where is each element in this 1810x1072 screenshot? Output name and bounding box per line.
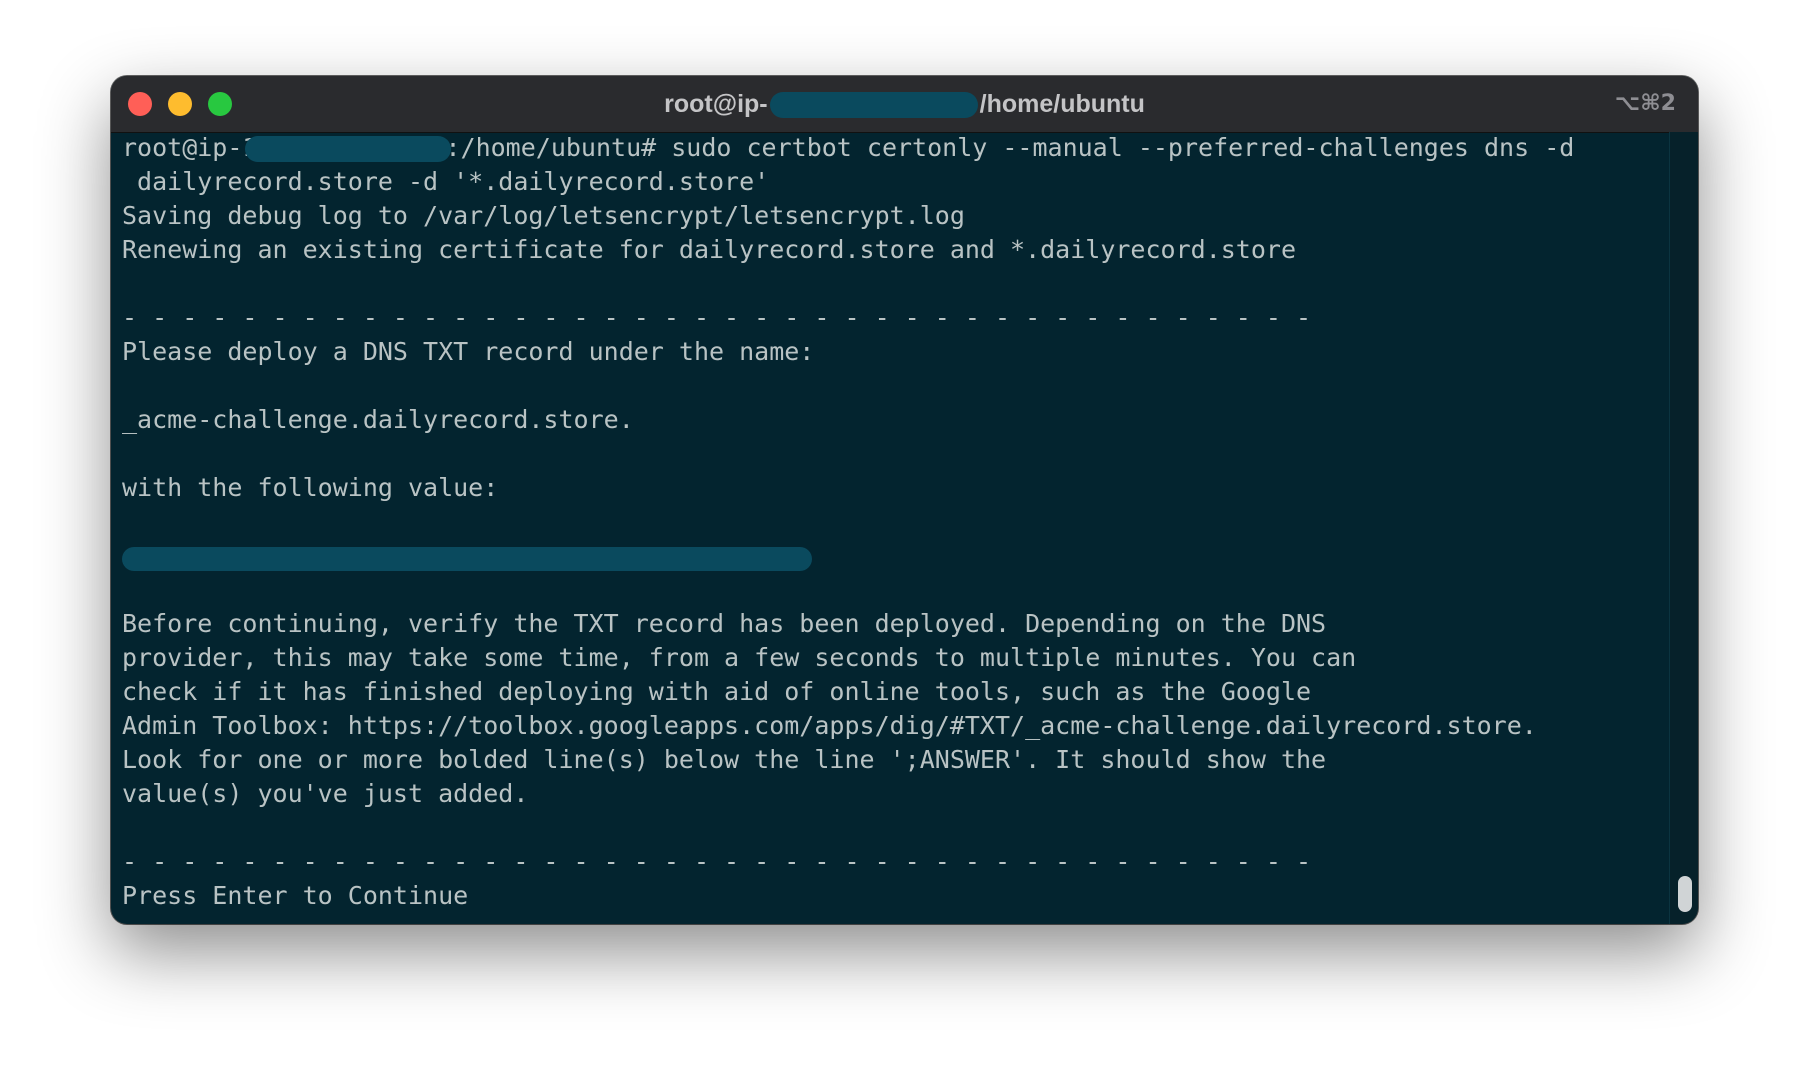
scrollbar[interactable] (1669, 132, 1698, 924)
txt-record-value-line (122, 539, 1662, 573)
txt-record-name: _acme-challenge.dailyrecord.store. (122, 405, 634, 434)
separator-line: - - - - - - - - - - - - - - - - - - - - … (122, 847, 1312, 876)
terminal-window: root@ip- /home/ubuntu ⌥⌘2 root@ip-1 :/home… (111, 76, 1698, 924)
command-continuation-line: dailyrecord.store -d '*.dailyrecord.stor… (122, 167, 770, 196)
window-title-suffix: /home/ubuntu (979, 90, 1145, 118)
window-title-prefix: root@ip- (664, 90, 768, 118)
redacted-ip (245, 136, 452, 162)
redacted-txt-value (122, 547, 812, 571)
output-line: check if it has finished deploying with … (122, 677, 1312, 706)
output-line: provider, this may take some time, from … (122, 643, 1357, 672)
separator-line: - - - - - - - - - - - - - - - - - - - - … (122, 303, 1312, 332)
output-line: Renewing an existing certificate for dai… (122, 235, 1296, 264)
output-line: Before continuing, verify the TXT record… (122, 609, 1327, 638)
redacted-hostname (769, 92, 978, 119)
toolbox-url-line: Admin Toolbox: https://toolbox.googleapp… (122, 711, 1537, 740)
title-bar[interactable]: root@ip- /home/ubuntu ⌥⌘2 (111, 76, 1698, 133)
scrollbar-thumb[interactable] (1678, 876, 1692, 912)
output-line: with the following value: (122, 473, 499, 502)
output-line: value(s) you've just added. (122, 779, 529, 808)
terminal-output[interactable]: root@ip-1 :/home/ubuntu# sudo certbot cer… (122, 131, 1662, 924)
prompt-prefix: root@ip-1 (122, 133, 258, 162)
window-title: root@ip- /home/ubuntu (111, 76, 1698, 132)
prompt-command: :/home/ubuntu# sudo certbot certonly --m… (445, 133, 1575, 162)
tab-shortcut-label: ⌥⌘2 (1614, 91, 1676, 116)
continue-prompt-line: Press Enter to Continue (122, 881, 469, 910)
output-line: Please deploy a DNS TXT record under the… (122, 337, 815, 366)
output-line: Look for one or more bolded line(s) belo… (122, 745, 1327, 774)
command-prompt-line: root@ip-1 :/home/ubuntu# sudo certbot cer… (122, 131, 1662, 165)
output-line: Saving debug log to /var/log/letsencrypt… (122, 201, 965, 230)
